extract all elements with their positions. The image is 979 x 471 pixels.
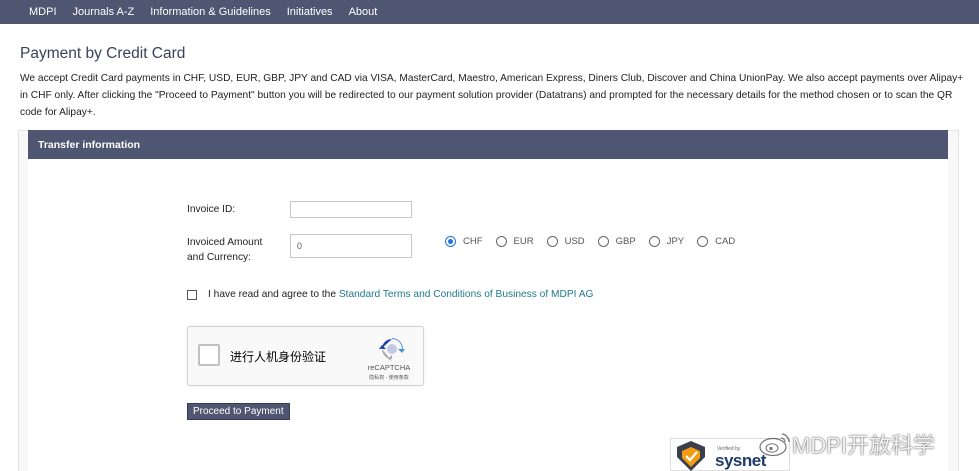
page-title: Payment by Credit Card xyxy=(20,45,186,62)
currency-option-cad[interactable]: CAD xyxy=(697,236,735,247)
recaptcha-privacy-links[interactable]: 隐私权 - 使用条款 xyxy=(358,374,420,381)
currency-label-chf: CHF xyxy=(463,236,483,247)
recaptcha-checkbox[interactable] xyxy=(198,344,220,366)
terms-checkbox[interactable] xyxy=(187,290,197,300)
radio-jpy[interactable] xyxy=(648,236,660,247)
currency-label-cad: CAD xyxy=(715,236,736,247)
nav-item-mdpi[interactable]: MDPI xyxy=(29,6,57,18)
weibo-icon xyxy=(759,433,790,457)
terms-text: I have read and agree to the Standard Te… xyxy=(208,289,593,300)
radio-eur[interactable] xyxy=(495,236,507,247)
top-navigation: MDPI Journals A-Z Information & Guidelin… xyxy=(0,0,979,24)
watermark-text: MDPI开放科学 xyxy=(792,433,936,458)
currency-radio-group: CHF EUR USD GBP JPY CAD xyxy=(445,236,748,247)
shield-icon xyxy=(677,441,705,471)
nav-item-initiatives[interactable]: Initiatives xyxy=(287,6,333,18)
radio-chf[interactable] xyxy=(445,236,456,247)
recaptcha-widget: 进行人机身份验证 reCAPTCHA 隐私权 - 使用条款 xyxy=(187,326,424,386)
recaptcha-logo-icon xyxy=(379,338,405,361)
radio-usd[interactable] xyxy=(546,236,558,247)
currency-label-usd: USD xyxy=(564,236,585,247)
currency-option-jpy[interactable]: JPY xyxy=(648,236,685,247)
proceed-to-payment-button[interactable]: Proceed to Payment xyxy=(187,403,290,420)
nav-item-journals[interactable]: Journals A-Z xyxy=(73,6,135,18)
currency-label-gbp: GBP xyxy=(615,236,636,247)
currency-option-gbp[interactable]: GBP xyxy=(597,236,636,247)
recaptcha-brand: reCAPTCHA xyxy=(367,363,411,372)
invoice-id-input[interactable] xyxy=(290,201,412,218)
intro-text: We accept Credit Card payments in CHF, U… xyxy=(20,73,964,118)
nav-item-about[interactable]: About xyxy=(349,6,378,18)
currency-option-chf[interactable]: CHF xyxy=(445,236,483,247)
terms-prefix: I have read and agree to the xyxy=(208,289,339,300)
panel-body xyxy=(28,159,948,471)
panel-header: Transfer information xyxy=(28,130,948,159)
currency-label-jpy: JPY xyxy=(666,236,685,247)
watermark: MDPI开放科学 xyxy=(758,428,935,460)
invoiced-amount-input[interactable] xyxy=(290,234,412,258)
invoiced-amount-label-line1: Invoiced Amount xyxy=(187,237,263,248)
radio-cad[interactable] xyxy=(697,236,709,247)
recaptcha-label: 进行人机身份验证 xyxy=(230,350,327,364)
invoiced-amount-label-line2: and Currency: xyxy=(187,252,251,263)
currency-option-eur[interactable]: EUR xyxy=(495,236,534,247)
invoice-id-label: Invoice ID: xyxy=(187,204,236,215)
invoiced-amount-label: Invoiced Amount and Currency: xyxy=(187,235,262,265)
currency-label-eur: EUR xyxy=(513,236,534,247)
terms-link[interactable]: Standard Terms and Conditions of Busines… xyxy=(339,289,594,300)
radio-gbp[interactable] xyxy=(597,236,609,247)
currency-option-usd[interactable]: USD xyxy=(546,236,585,247)
nav-item-information-guidelines[interactable]: Information & Guidelines xyxy=(150,6,270,18)
